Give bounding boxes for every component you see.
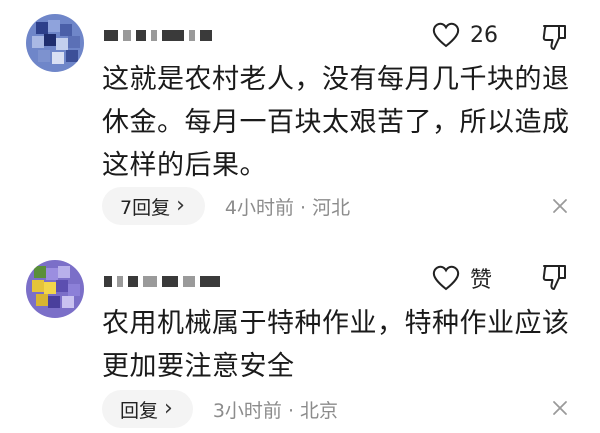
avatar[interactable] [26,260,84,318]
heart-outline-icon [432,22,460,48]
thumbs-down-icon[interactable] [540,22,570,52]
close-icon[interactable] [550,398,570,418]
heart-outline-icon [432,265,460,291]
comment-meta: 回复 › 3小时前 · 北京 [102,390,338,428]
chevron-right-icon: › [176,192,185,218]
close-icon[interactable] [550,196,570,216]
like-button[interactable]: 赞 [432,262,492,294]
like-label: 赞 [470,268,493,293]
reply-label: 回复 [120,399,159,422]
reply-count-label: 7回复 [120,196,171,219]
like-button[interactable]: 26 [432,22,498,48]
username-redacted[interactable] [104,26,212,44]
reply-button[interactable]: 7回复 › [102,187,205,225]
chevron-right-icon: › [164,395,173,421]
time-location: 3小时前 · 北京 [212,399,339,422]
comment-text: 农用机械属于特种作业，特种作业应该更加要注意安全 [102,308,570,382]
avatar[interactable] [26,14,84,72]
reply-button[interactable]: 回复 › [102,390,193,428]
comment-item: 26 这就是农村老人，没有每月几千块的退休金。每月一百块太艰苦了，所以造成这样的… [0,0,600,240]
comment-meta: 7回复 › 4小时前 · 河北 [102,187,350,225]
comment-item: 赞 农用机械属于特种作业，特种作业应该更加要注意安全 回复 › 3小时前 · 北… [0,240,600,433]
username-redacted[interactable] [104,272,220,290]
comment-text: 这就是农村老人，没有每月几千块的退休金。每月一百块太艰苦了，所以造成这样的后果。 [102,64,570,181]
time-location: 4小时前 · 河北 [224,196,351,219]
like-count: 26 [470,22,498,48]
thumbs-down-icon[interactable] [540,262,570,292]
